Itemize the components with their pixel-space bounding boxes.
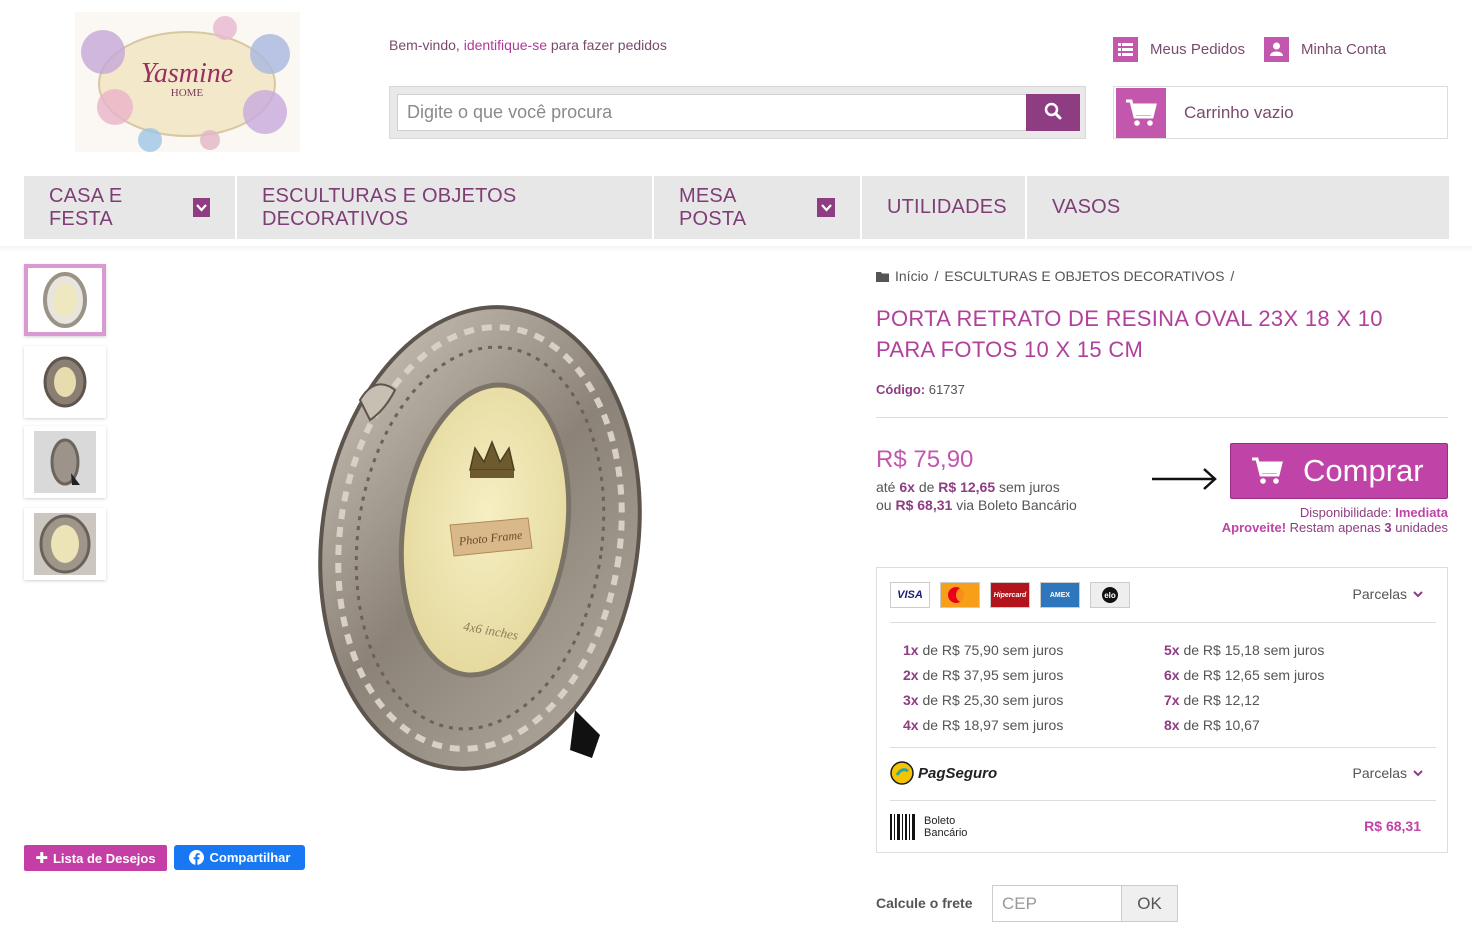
product-thumbnail[interactable] (24, 508, 106, 580)
chevron-down-icon (1413, 590, 1423, 598)
shipping-ok-button[interactable]: OK (1121, 885, 1178, 922)
list-icon (1113, 36, 1138, 62)
facebook-icon (188, 850, 204, 865)
folder-icon (876, 271, 889, 282)
my-account-link[interactable]: Minha Conta (1264, 36, 1386, 62)
cart-icon (1116, 87, 1166, 138)
chevron-down-icon (817, 198, 835, 217)
divider (890, 800, 1436, 801)
installment-row: 7x de R$ 12,12 (1164, 692, 1260, 708)
cep-input[interactable] (992, 885, 1122, 922)
search-icon (1044, 102, 1062, 123)
installment-row: 8x de R$ 10,67 (1164, 717, 1260, 733)
payment-options: VISA Hipercard AMEX elo Parcelas 1x de R… (876, 567, 1448, 853)
pagseguro-icon (890, 761, 914, 785)
cart-widget[interactable]: Carrinho vazio (1113, 86, 1448, 139)
plus-icon: ✚ (35, 850, 48, 867)
svg-text:elo: elo (1104, 591, 1116, 600)
availability-info: Disponibilidade: Imediata Aproveite! Res… (1221, 505, 1448, 535)
installment-row: 5x de R$ 15,18 sem juros (1164, 642, 1325, 658)
elo-icon: elo (1090, 582, 1130, 608)
installment-info: até 6x de R$ 12,65 sem juros ou R$ 68,31… (876, 479, 1077, 513)
product-thumbnail[interactable] (24, 426, 106, 498)
divider (876, 417, 1448, 418)
divider (890, 622, 1436, 623)
buy-button[interactable]: Comprar (1230, 443, 1448, 499)
store-logo[interactable]: Yasmine HOME (75, 12, 300, 152)
breadcrumb-category[interactable]: ESCULTURAS E OBJETOS DECORATIVOS (944, 268, 1224, 284)
installments-right: 5x de R$ 15,18 sem juros 6x de R$ 12,65 … (1164, 638, 1324, 738)
mastercard-icon (940, 582, 980, 608)
installments-left: 1x de R$ 75,90 sem juros 2x de R$ 37,95 … (903, 638, 1063, 738)
cart-icon (1251, 457, 1283, 485)
facebook-share-button[interactable]: Compartilhar (174, 845, 305, 870)
svg-text:Yasmine: Yasmine (141, 58, 233, 89)
installment-row: 3x de R$ 25,30 sem juros (903, 692, 1064, 708)
svg-text:HOME: HOME (171, 87, 204, 99)
divider (0, 246, 1472, 252)
nav-item-casa-e-festa[interactable]: CASA E FESTA (24, 176, 237, 239)
product-code: Código: 61737 (876, 382, 965, 397)
shipping-label: Calcule o frete (876, 895, 973, 911)
product-price: R$ 75,90 (876, 446, 974, 473)
chevron-down-icon (193, 198, 210, 217)
arrow-right-icon (1150, 462, 1218, 501)
search-button[interactable] (1026, 94, 1080, 131)
barcode-icon (890, 814, 916, 840)
card-installments-toggle[interactable]: Parcelas (1353, 586, 1423, 602)
pagseguro-logo: PagSeguro (890, 761, 997, 785)
visa-icon: VISA (890, 582, 930, 608)
product-thumbnail[interactable] (24, 264, 106, 336)
wishlist-button[interactable]: ✚ Lista de Desejos (24, 845, 167, 871)
boleto-option: Boleto Bancário (890, 814, 967, 840)
breadcrumb: Início / ESCULTURAS E OBJETOS DECORATIVO… (876, 268, 1234, 284)
installment-row: 2x de R$ 37,95 sem juros (903, 667, 1064, 683)
installment-row: 1x de R$ 75,90 sem juros (903, 642, 1064, 658)
welcome-text: Bem-vindo, identifique-se para fazer ped… (389, 37, 667, 53)
product-main-image[interactable]: Photo Frame 4x6 inches (300, 280, 670, 790)
nav-item-esculturas[interactable]: ESCULTURAS E OBJETOS DECORATIVOS (237, 176, 654, 239)
installment-row: 6x de R$ 12,65 sem juros (1164, 667, 1325, 683)
divider (890, 747, 1436, 748)
amex-icon: AMEX (1040, 582, 1080, 608)
chevron-down-icon (1413, 769, 1423, 777)
nav-item-vasos[interactable]: VASOS (1027, 176, 1145, 239)
breadcrumb-home[interactable]: Início (895, 268, 928, 284)
installment-row: 4x de R$ 18,97 sem juros (903, 717, 1064, 733)
user-icon (1264, 36, 1289, 62)
boleto-price: R$ 68,31 (1364, 818, 1421, 834)
nav-item-utilidades[interactable]: UTILIDADES (862, 176, 1027, 239)
search-input[interactable] (397, 94, 1027, 131)
main-nav: CASA E FESTA ESCULTURAS E OBJETOS DECORA… (24, 176, 1449, 239)
login-link[interactable]: identifique-se (464, 37, 547, 53)
product-thumbnail[interactable] (24, 346, 106, 418)
pagseguro-installments-toggle[interactable]: Parcelas (1353, 765, 1423, 781)
my-orders-link[interactable]: Meus Pedidos (1113, 36, 1245, 62)
search-bar (389, 86, 1086, 139)
card-brands: VISA Hipercard AMEX elo (890, 582, 1130, 608)
product-title: PORTA RETRATO DE RESINA OVAL 23X 18 X 10… (876, 306, 1383, 362)
nav-item-mesa-posta[interactable]: MESA POSTA (654, 176, 862, 239)
hipercard-icon: Hipercard (990, 582, 1030, 608)
